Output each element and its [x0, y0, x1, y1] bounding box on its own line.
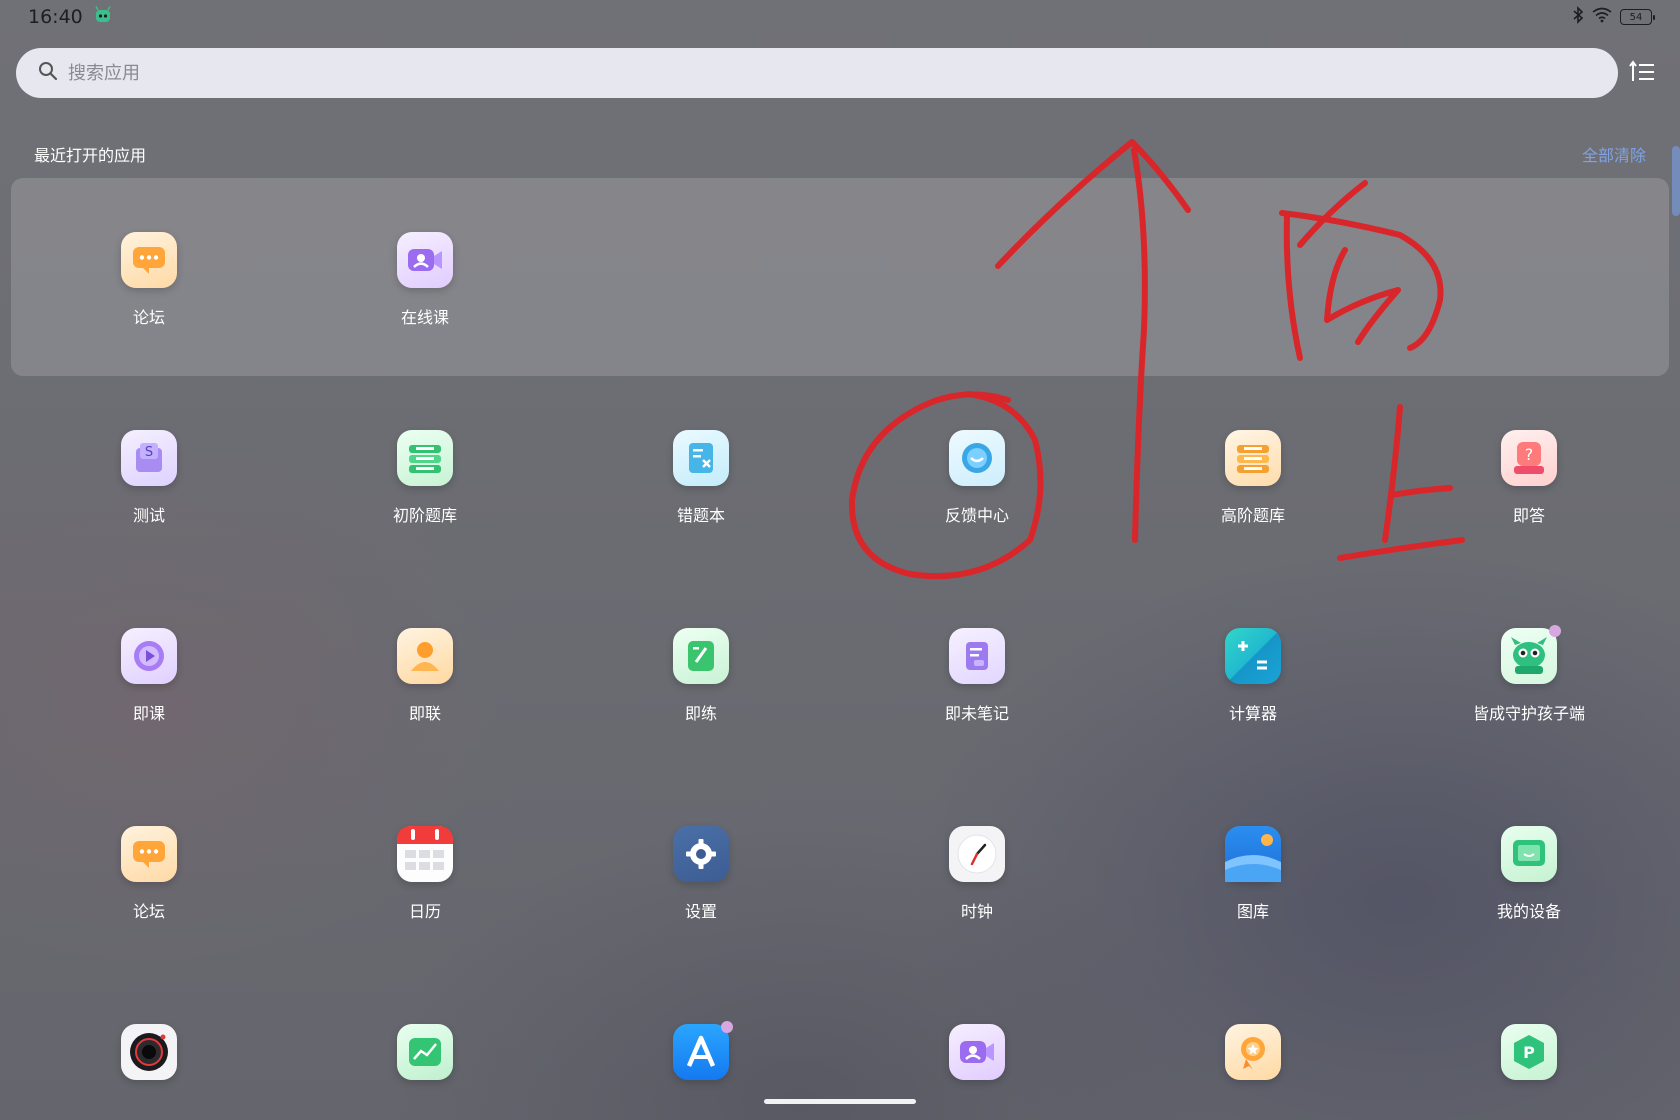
- app-award[interactable]: [1163, 1024, 1343, 1120]
- online-class-icon: [949, 1024, 1005, 1080]
- app-label: 皆成守护孩子端: [1472, 704, 1585, 723]
- app-notes[interactable]: 即未笔记: [887, 628, 1067, 748]
- basic-question-bank-icon: [397, 430, 453, 486]
- scrollbar[interactable]: [1672, 146, 1680, 216]
- award-icon: [1225, 1024, 1281, 1080]
- online-class-icon: [397, 232, 453, 288]
- clock-icon: [949, 826, 1005, 882]
- app-test[interactable]: S 测试: [59, 430, 239, 550]
- svg-text:?: ?: [1525, 445, 1534, 464]
- app-label: 即联: [408, 704, 441, 723]
- app-contact[interactable]: 即联: [335, 628, 515, 748]
- app-label: 高阶题库: [1220, 506, 1285, 525]
- app-practice[interactable]: 即练: [611, 628, 791, 748]
- search-bar[interactable]: [16, 48, 1618, 98]
- chart-app-icon: [397, 1024, 453, 1080]
- app-child-guard[interactable]: 皆成守护孩子端: [1439, 625, 1619, 748]
- app-basic-question-bank[interactable]: 初阶题库: [335, 430, 515, 550]
- app-calendar[interactable]: 日历: [335, 826, 515, 946]
- app-label: 日历: [408, 902, 441, 921]
- app-calculator[interactable]: 计算器: [1163, 628, 1343, 748]
- app-label: 计算器: [1228, 704, 1277, 723]
- app-play-lesson[interactable]: 即课: [59, 628, 239, 748]
- quick-answer-icon: ?: [1501, 430, 1557, 486]
- wifi-icon: [1592, 7, 1612, 27]
- status-bar: 16:40 54: [0, 0, 1680, 34]
- battery-level: 54: [1629, 11, 1643, 23]
- app-label: 设置: [684, 902, 717, 921]
- app-label: 测试: [132, 506, 165, 525]
- recent-app-online-class[interactable]: 在线课: [335, 232, 515, 352]
- notes-icon: [949, 628, 1005, 684]
- app-store-icon: [673, 1021, 733, 1080]
- robot-status-icon: [93, 5, 113, 29]
- app-label: 时钟: [960, 902, 993, 921]
- parking-icon: P: [1501, 1024, 1557, 1080]
- feedback-icon: [949, 430, 1005, 486]
- calculator-icon: [1225, 628, 1281, 684]
- recent-apps-title: 最近打开的应用: [34, 146, 147, 165]
- my-device-icon: [1501, 826, 1557, 882]
- app-quick-answer[interactable]: ? 即答: [1439, 430, 1619, 550]
- app-label: 即未笔记: [944, 704, 1009, 723]
- search-input[interactable]: [68, 62, 1468, 84]
- sort-button[interactable]: [1626, 58, 1658, 90]
- app-label: 论坛: [132, 308, 165, 327]
- app-app-store[interactable]: [611, 1021, 791, 1120]
- notification-dot: [1549, 625, 1561, 637]
- clear-all-button[interactable]: 全部清除: [1582, 142, 1646, 166]
- app-my-device[interactable]: 我的设备: [1439, 826, 1619, 946]
- svg-text:P: P: [1523, 1043, 1535, 1062]
- app-label: 论坛: [132, 902, 165, 921]
- app-label: 反馈中心: [944, 506, 1009, 525]
- app-forum[interactable]: 论坛: [59, 826, 239, 946]
- wallpaper: [0, 0, 1680, 1120]
- practice-icon: [673, 628, 729, 684]
- forum-icon: [121, 826, 177, 882]
- app-feedback[interactable]: 反馈中心: [887, 430, 1067, 550]
- app-label: 初阶题库: [392, 506, 457, 525]
- gallery-icon: [1225, 826, 1281, 882]
- app-label: 我的设备: [1496, 902, 1561, 921]
- recent-app-forum[interactable]: 论坛: [59, 232, 239, 352]
- bluetooth-icon: [1572, 6, 1584, 28]
- app-label: 即练: [684, 704, 717, 723]
- app-clock[interactable]: 时钟: [887, 826, 1067, 946]
- sort-icon: [1629, 60, 1655, 88]
- app-chart[interactable]: [335, 1024, 515, 1120]
- forum-icon: [121, 232, 177, 288]
- svg-text:S: S: [145, 445, 153, 460]
- play-lesson-icon: [121, 628, 177, 684]
- app-label: 即课: [132, 704, 165, 723]
- camera-icon: [121, 1024, 177, 1080]
- app-online-class[interactable]: [887, 1024, 1067, 1120]
- advanced-question-bank-icon: [1225, 430, 1281, 486]
- calendar-icon: [397, 826, 453, 882]
- test-icon: S: [121, 430, 177, 486]
- notification-dot: [721, 1021, 733, 1033]
- home-indicator[interactable]: [764, 1099, 916, 1104]
- app-gallery[interactable]: 图库: [1163, 826, 1343, 946]
- settings-icon: [673, 826, 729, 882]
- recent-apps-panel: [11, 178, 1669, 376]
- app-parking[interactable]: P: [1439, 1024, 1619, 1120]
- app-label: 错题本: [676, 506, 725, 525]
- app-label: 在线课: [400, 308, 449, 327]
- child-guard-icon: [1501, 625, 1561, 684]
- mistake-book-icon: [673, 430, 729, 486]
- app-advanced-question-bank[interactable]: 高阶题库: [1163, 430, 1343, 550]
- app-label: 图库: [1236, 902, 1269, 921]
- app-camera[interactable]: [59, 1024, 239, 1120]
- battery-icon: 54: [1620, 9, 1655, 25]
- clock-time: 16:40: [28, 6, 83, 28]
- contact-icon: [397, 628, 453, 684]
- search-icon: [38, 61, 58, 85]
- app-label: 即答: [1512, 506, 1545, 525]
- app-settings[interactable]: 设置: [611, 826, 791, 946]
- app-mistake-book[interactable]: 错题本: [611, 430, 791, 550]
